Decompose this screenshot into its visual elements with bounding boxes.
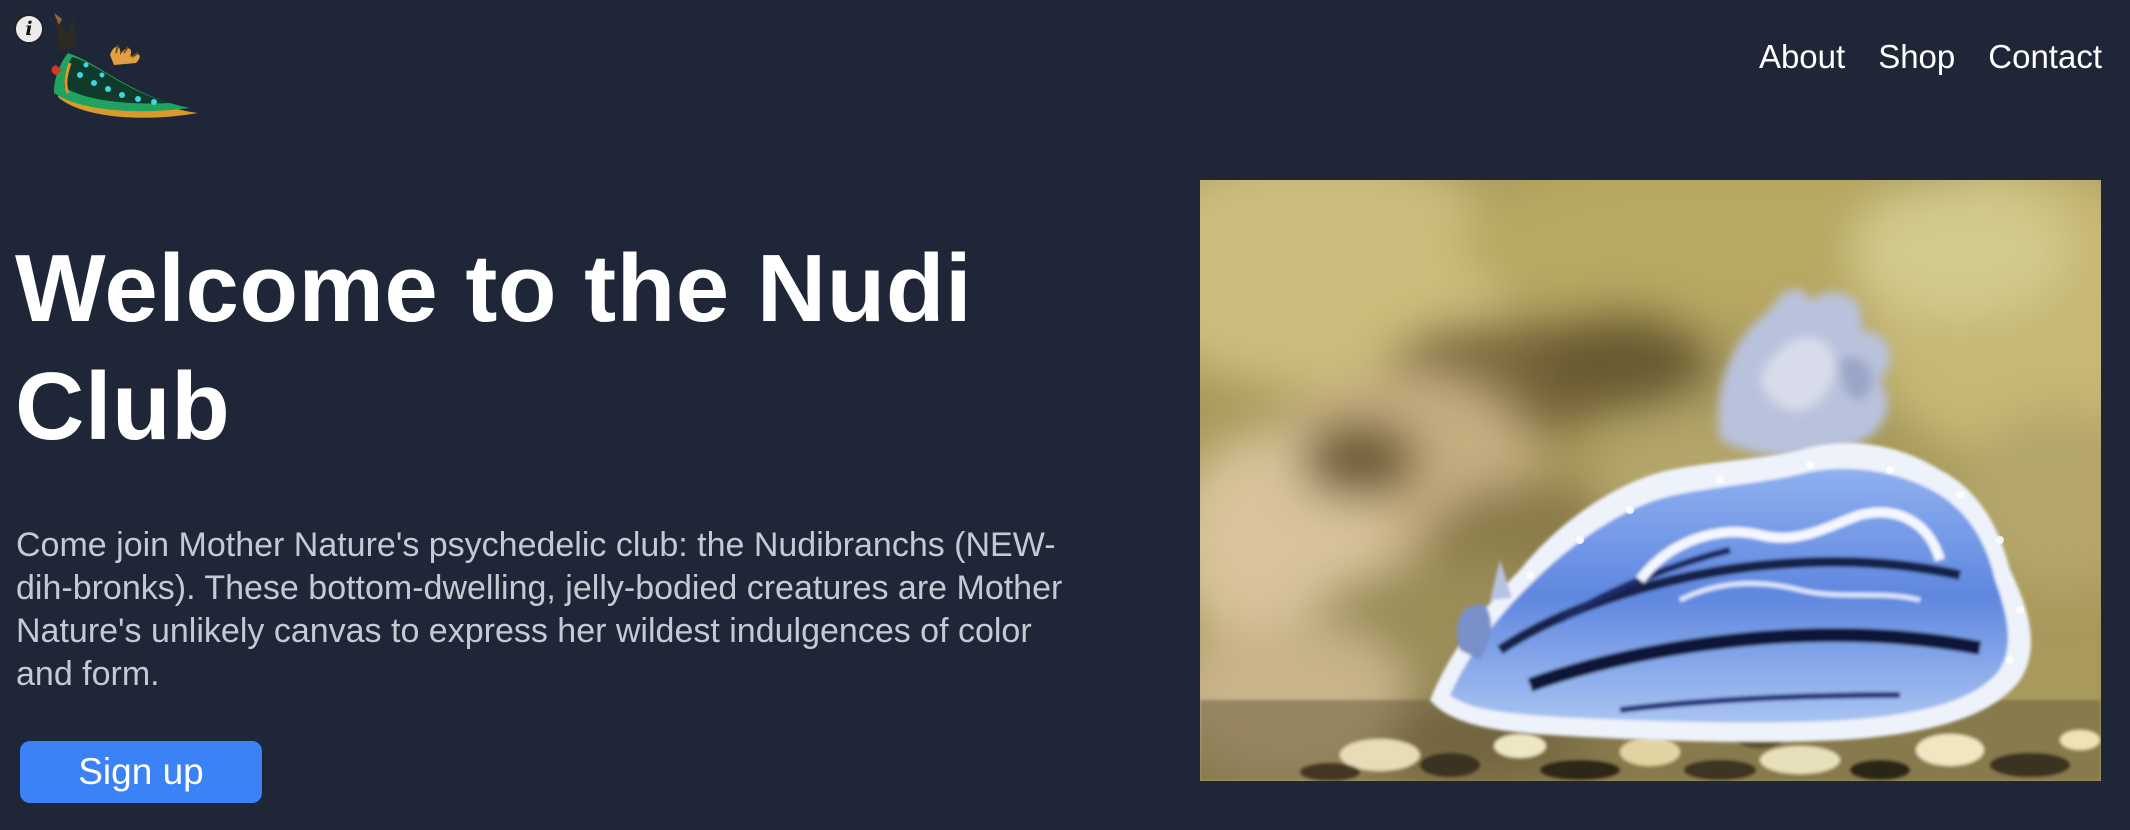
page: i About Shop Contact Welcome to the Nudi… — [0, 0, 2130, 830]
nudibranch-photo-icon — [1200, 180, 2101, 781]
hero-title: Welcome to the Nudi Club — [15, 235, 973, 460]
nav-about-link[interactable]: About — [1759, 38, 1845, 76]
nav-shop-link[interactable]: Shop — [1878, 38, 1955, 76]
signup-button[interactable]: Sign up — [20, 741, 262, 803]
main-nav: About Shop Contact — [1759, 38, 2102, 76]
info-icon[interactable]: i — [14, 14, 44, 44]
nav-contact-link[interactable]: Contact — [1988, 38, 2102, 76]
hero-description: Come join Mother Nature's psychedelic cl… — [16, 526, 1063, 693]
